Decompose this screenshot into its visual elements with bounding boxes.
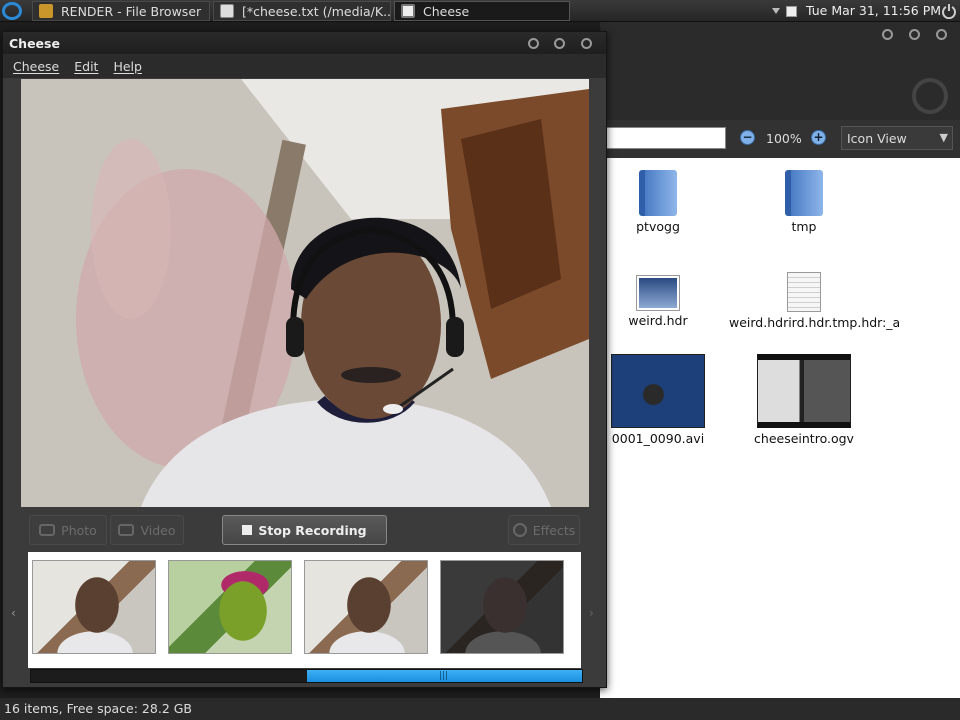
file-browser-pathbar: − 100% + Icon View ▼ — [600, 120, 960, 158]
file-browser-window: − 100% + Icon View ▼ ptvogg tmp weird.hd… — [600, 22, 960, 720]
effects-button[interactable]: Effects — [508, 515, 580, 545]
file-item[interactable]: cheeseintro.ogv — [729, 354, 879, 446]
zoom-in-icon[interactable]: + — [811, 130, 826, 145]
webcam-image — [21, 79, 589, 507]
stop-recording-label: Stop Recording — [258, 522, 367, 538]
ubuntu-watermark-icon — [912, 78, 948, 114]
view-mode-label: Icon View — [847, 130, 907, 146]
video-camera-icon — [118, 524, 135, 536]
chevron-down-icon: ▼ — [939, 131, 948, 144]
folder-icon — [785, 170, 823, 216]
document-file-icon — [787, 272, 821, 312]
tray-indicator-icon[interactable] — [786, 6, 797, 17]
menu-edit[interactable]: Edit — [74, 59, 98, 74]
view-mode-select[interactable]: Icon View ▼ — [841, 126, 953, 150]
folder-icon — [39, 4, 53, 18]
thumbnail[interactable] — [32, 560, 156, 654]
effects-label: Effects — [532, 522, 576, 538]
thumbnail[interactable] — [440, 560, 564, 654]
zoom-level: 100% — [766, 131, 802, 146]
video-button[interactable]: Video — [110, 515, 184, 545]
file-browser-content: ptvogg tmp weird.hdr weird.hdrird.hdr.tm… — [600, 158, 960, 700]
taskbar-item-label: [*cheese.txt (/media/K... — [242, 3, 391, 19]
stop-recording-button[interactable]: Stop Recording — [222, 515, 387, 545]
thumbnail-strip — [28, 552, 581, 668]
clock[interactable]: Tue Mar 31, 11:56 PM — [806, 3, 941, 18]
file-item[interactable]: tmp — [729, 170, 879, 234]
video-file-icon — [757, 354, 851, 428]
close-icon[interactable] — [936, 29, 947, 40]
dropdown-arrow-icon[interactable] — [772, 8, 780, 14]
maximize-icon[interactable] — [909, 29, 920, 40]
cheese-app-icon — [401, 4, 415, 18]
cheese-titlebar[interactable]: Cheese — [3, 32, 606, 54]
menu-help[interactable]: Help — [113, 59, 142, 74]
cheese-window: Cheese Cheese Edit Help Photo Video Stop… — [2, 31, 607, 688]
menubar: Cheese Edit Help — [3, 54, 606, 78]
file-browser-titlebar — [600, 22, 960, 48]
effects-icon — [512, 523, 527, 537]
taskbar-item-file-browser[interactable]: RENDER - File Browser — [32, 1, 210, 21]
thumbnail[interactable] — [168, 560, 292, 654]
file-item[interactable]: weird.hdrird.hdr.tmp.hdr:_a — [729, 272, 901, 330]
camera-icon — [39, 524, 56, 536]
taskbar-item-cheese[interactable]: Cheese — [394, 1, 570, 21]
zoom-out-icon[interactable]: − — [740, 130, 755, 145]
webcam-preview — [21, 79, 589, 507]
file-name: weird.hdrird.hdr.tmp.hdr:_a — [729, 315, 901, 330]
image-file-icon — [637, 276, 679, 310]
ubuntu-logo-icon[interactable] — [2, 2, 22, 20]
grip-icon: ||| — [439, 671, 449, 681]
photo-button[interactable]: Photo — [29, 515, 107, 545]
menu-cheese[interactable]: Cheese — [13, 59, 59, 74]
scroll-right-icon[interactable]: › — [589, 606, 594, 620]
taskbar-item-label: Cheese — [423, 3, 470, 19]
photo-label: Photo — [61, 522, 97, 538]
video-label: Video — [140, 522, 176, 538]
folder-icon — [639, 170, 677, 216]
status-bar: 16 items, Free space: 28.2 GB — [0, 698, 960, 720]
controls-row: Photo Video Stop Recording Effects — [3, 508, 606, 550]
scroll-left-icon[interactable]: ‹ — [11, 606, 16, 620]
power-icon[interactable] — [941, 3, 957, 19]
scrollbar-thumb[interactable]: ||| — [307, 670, 582, 682]
minimize-icon[interactable] — [882, 29, 893, 40]
taskbar-item-text-editor[interactable]: [*cheese.txt (/media/K... — [213, 1, 391, 21]
top-panel: RENDER - File Browser [*cheese.txt (/med… — [0, 0, 960, 22]
text-editor-icon — [220, 4, 234, 18]
close-icon[interactable] — [581, 38, 592, 49]
taskbar-item-label: RENDER - File Browser — [61, 3, 202, 19]
window-title: Cheese — [9, 36, 60, 51]
video-file-icon — [611, 354, 705, 428]
minimize-icon[interactable] — [528, 38, 539, 49]
file-browser-toolbar — [600, 48, 960, 120]
file-name: cheeseintro.ogv — [754, 431, 854, 446]
maximize-icon[interactable] — [554, 38, 565, 49]
location-input[interactable] — [600, 127, 726, 149]
thumbnail[interactable] — [304, 560, 428, 654]
thumbnail-scrollbar[interactable]: ||| — [30, 669, 583, 683]
file-name: tmp — [791, 219, 817, 234]
stop-icon — [242, 525, 253, 535]
